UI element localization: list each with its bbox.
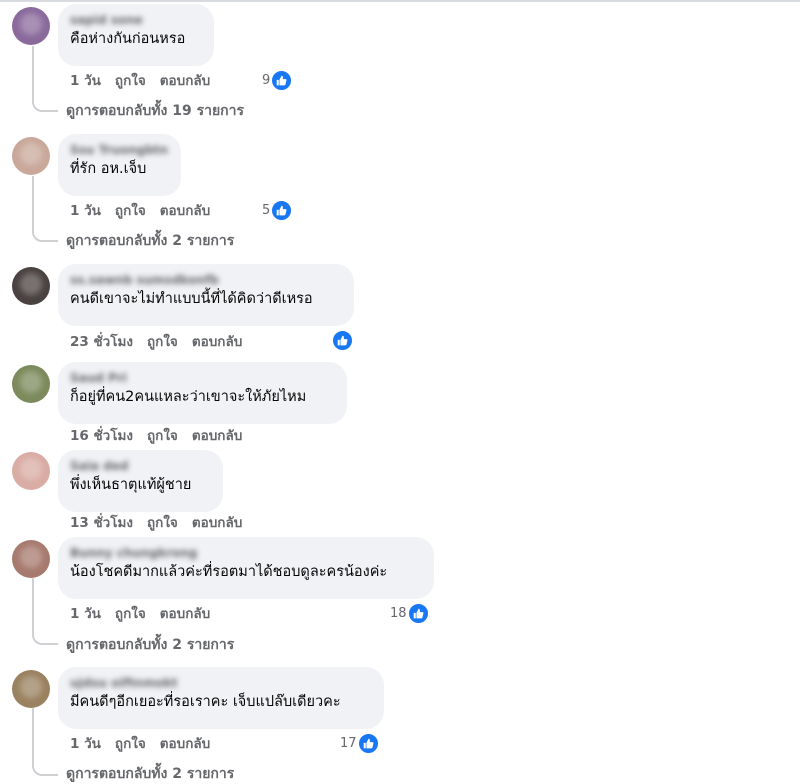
comment-actions: 1 วัน ถูกใจ ตอบกลับ [70,72,224,90]
reaction-count-value: 17 [340,735,357,751]
reply-thread-line [32,176,58,242]
comment-text: พึ่งเห็นธาตุแท้ผู้ชาย [70,477,192,493]
top-divider [0,0,800,2]
reply-link[interactable]: ตอบกลับ [192,515,242,531]
reaction-count[interactable]: 5 [262,200,293,221]
like-link[interactable]: ถูกใจ [115,736,146,752]
reaction-count[interactable]: 17 [340,733,379,754]
comment-actions: 1 วัน ถูกใจ ตอบกลับ [70,605,224,623]
reply-thread-line [32,708,58,776]
like-link[interactable]: ถูกใจ [147,428,178,444]
comment-author[interactable]: ujdsu oiftnmokt [70,675,372,691]
thumbs-up-icon [271,200,293,221]
comment-time[interactable]: 1 วัน [70,73,101,89]
comment-bubble: ujdsu oiftnmokt มีคนดีๆอีกเยอะที่รอเราคะ… [58,667,384,729]
comment-author[interactable]: Bunny chungkrong [70,545,422,561]
reply-link[interactable]: ตอบกลับ [160,203,210,219]
reaction-count-value: 18 [390,605,407,621]
reaction-count-value: 9 [262,72,271,88]
comment-actions: 16 ชั่วโมง ถูกใจ ตอบกลับ [70,427,256,445]
like-link[interactable]: ถูกใจ [147,515,178,531]
comment-author[interactable]: Saia ded [70,458,211,474]
like-link[interactable]: ถูกใจ [115,73,146,89]
comment-time[interactable]: 13 ชั่วโมง [70,515,133,531]
comment-text: น้องโชคดีมากแล้วค่ะที่รอตมาได้ชอบดูละครน… [70,564,388,580]
comment-actions: 1 วัน ถูกใจ ตอบกลับ [70,735,224,753]
view-replies-link[interactable]: ดูการตอบกลับทั้ง 2 รายการ [66,764,234,784]
avatar[interactable] [12,267,50,305]
comment-bubble: Ssu Truongbtn ที่รัก อห.เจ็บ [58,134,181,196]
reply-link[interactable]: ตอบกลับ [160,73,210,89]
avatar[interactable] [12,452,50,490]
reply-link[interactable]: ตอบกลับ [160,606,210,622]
reply-thread-line [32,46,58,112]
thumbs-up-icon [357,733,379,754]
thumbs-up-icon [407,603,429,624]
comment-bubble: ss.sawnb sumsdkonfb คนดีเขาจะไม่ทำแบบนี้… [58,264,354,326]
comment-bubble: Saia ded พึ่งเห็นธาตุแท้ผู้ชาย [58,450,223,512]
reaction-count[interactable] [331,330,353,351]
comment-text: ที่รัก อห.เจ็บ [70,161,147,177]
comment-time[interactable]: 16 ชั่วโมง [70,428,133,444]
avatar[interactable] [12,670,50,708]
comment-time[interactable]: 1 วัน [70,736,101,752]
comment-actions: 1 วัน ถูกใจ ตอบกลับ [70,202,224,220]
avatar[interactable] [12,137,50,175]
comment-actions: 13 ชั่วโมง ถูกใจ ตอบกลับ [70,514,256,532]
view-replies-link[interactable]: ดูการตอบกลับทั้ง 2 รายการ [66,635,234,655]
like-link[interactable]: ถูกใจ [147,334,178,350]
comment-text: มีคนดีๆอีกเยอะที่รอเราคะ เจ็บแปล๊บเดียวค… [70,694,341,710]
comment-author[interactable]: sapid sone [70,12,202,28]
view-replies-link[interactable]: ดูการตอบกลับทั้ง 19 รายการ [66,101,244,121]
reply-thread-line [32,578,58,645]
comment-text: ก็อยู่ที่คน2คนแหละว่าเขาจะให้ภัยไหม [70,389,307,405]
thumbs-up-icon [271,70,293,91]
view-replies-link[interactable]: ดูการตอบกลับทั้ง 2 รายการ [66,231,234,251]
comment-author[interactable]: Saud Pri [70,370,335,386]
comment-bubble: sapid sone คือห่างกันก่อนหรอ [58,4,214,66]
comment-text: คือห่างกันก่อนหรอ [70,31,186,47]
reaction-count[interactable]: 18 [390,603,429,624]
reaction-count-value: 5 [262,202,271,218]
reply-link[interactable]: ตอบกลับ [192,334,242,350]
comment-actions: 23 ชั่วโมง ถูกใจ ตอบกลับ [70,333,256,351]
comment-time[interactable]: 1 วัน [70,203,101,219]
avatar[interactable] [12,7,50,45]
comment-time[interactable]: 1 วัน [70,606,101,622]
reaction-count[interactable]: 9 [262,70,293,91]
avatar[interactable] [12,540,50,578]
like-link[interactable]: ถูกใจ [115,606,146,622]
like-link[interactable]: ถูกใจ [115,203,146,219]
comment-text: คนดีเขาจะไม่ทำแบบนี้ที่ได้คิดว่าดีเหรอ [70,291,313,307]
comment-author[interactable]: ss.sawnb sumsdkonfb [70,272,342,288]
comment-bubble: Saud Pri ก็อยู่ที่คน2คนแหละว่าเขาจะให้ภั… [58,362,347,424]
comment-time[interactable]: 23 ชั่วโมง [70,334,133,350]
reply-link[interactable]: ตอบกลับ [160,736,210,752]
comment-author[interactable]: Ssu Truongbtn [70,142,169,158]
reply-link[interactable]: ตอบกลับ [192,428,242,444]
comment-bubble: Bunny chungkrong น้องโชคดีมากแล้วค่ะที่ร… [58,537,434,599]
thumbs-up-icon [332,330,353,351]
avatar[interactable] [12,365,50,403]
